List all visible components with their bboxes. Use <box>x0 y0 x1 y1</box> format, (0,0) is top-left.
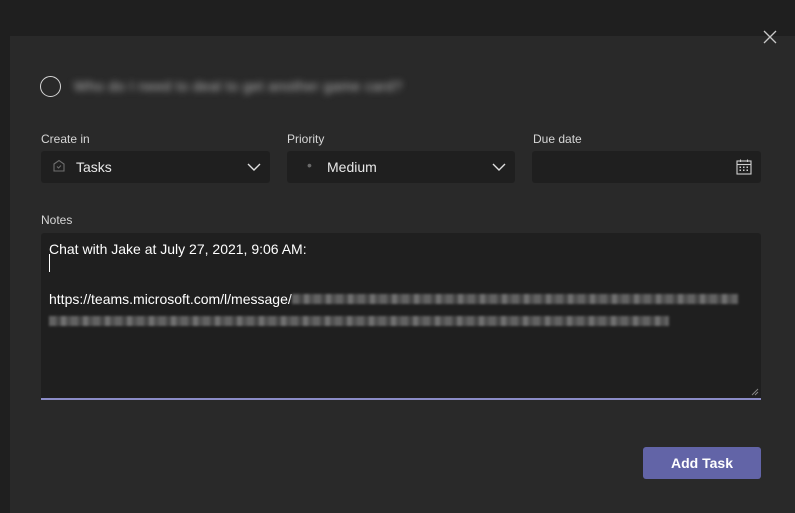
task-title-blurred[interactable]: Who do I need to deal to get another gam… <box>74 78 403 94</box>
blurred-url-segment-2 <box>49 316 669 326</box>
priority-dropdown[interactable]: • Medium <box>287 151 515 183</box>
due-date-picker[interactable] <box>532 151 761 183</box>
task-title-row: Who do I need to deal to get another gam… <box>40 75 403 97</box>
close-icon <box>763 30 777 44</box>
complete-task-circle-icon[interactable] <box>40 75 61 97</box>
chevron-down-icon <box>247 163 261 171</box>
create-in-dropdown[interactable]: Tasks <box>41 151 270 183</box>
blurred-url-segment-1 <box>291 294 738 304</box>
notes-textarea[interactable]: Chat with Jake at July 27, 2021, 9:06 AM… <box>41 233 761 400</box>
resize-grip-icon[interactable] <box>751 388 759 396</box>
notes-label: Notes <box>41 213 73 227</box>
close-button[interactable] <box>760 27 780 47</box>
calendar-icon[interactable] <box>735 158 753 176</box>
due-date-label: Due date <box>533 132 582 146</box>
priority-label: Priority <box>287 132 325 146</box>
text-caret <box>49 254 50 272</box>
notes-url-prefix: https://teams.microsoft.com/l/message/ <box>49 291 292 307</box>
notes-url-continuation <box>49 313 669 331</box>
chevron-down-icon <box>492 163 506 171</box>
add-task-button[interactable]: Add Task <box>643 447 761 479</box>
create-in-value: Tasks <box>76 159 112 175</box>
notes-url-line: https://teams.microsoft.com/l/message/ <box>49 291 738 307</box>
notes-chat-line: Chat with Jake at July 27, 2021, 9:06 AM… <box>49 241 307 257</box>
priority-value: Medium <box>327 159 377 175</box>
create-in-label: Create in <box>41 132 90 146</box>
priority-dot-icon: • <box>307 157 312 173</box>
planner-icon <box>53 159 65 172</box>
